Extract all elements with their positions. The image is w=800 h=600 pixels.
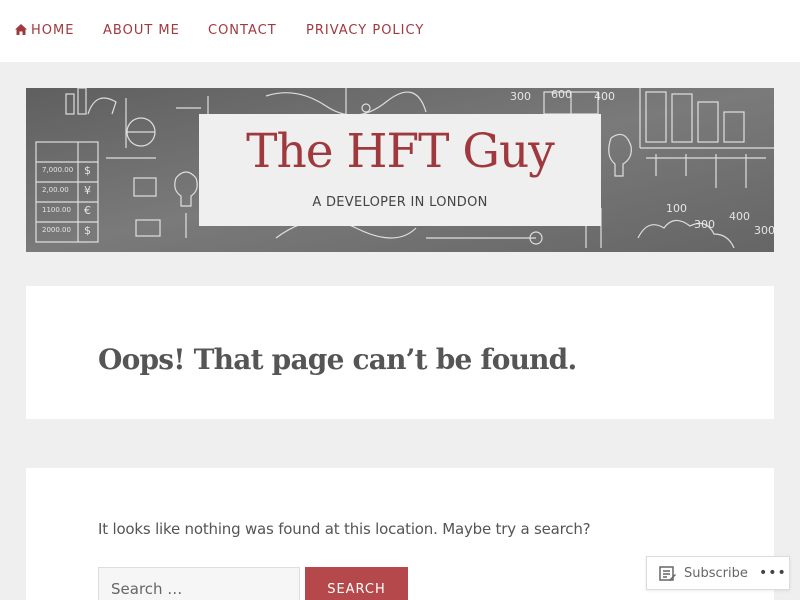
site-title[interactable]: The HFT Guy <box>199 124 601 179</box>
doodle-text: 300 <box>754 224 774 237</box>
doodle-text: ¥ <box>84 184 91 197</box>
doodle-text: 600 <box>551 88 572 101</box>
not-found-message: It looks like nothing was found at this … <box>98 520 591 538</box>
reader-icon <box>659 566 676 581</box>
page-title: Oops! That page can’t be found. <box>98 343 577 376</box>
doodle-text: 400 <box>594 90 615 103</box>
doodle-text: 2000.00 <box>42 226 71 234</box>
doodle-text: $ <box>84 224 91 237</box>
top-navigation: HOME ABOUT ME CONTACT PRIVACY POLICY <box>0 0 800 62</box>
doodle-text: 400 <box>729 210 750 223</box>
nav-item-label: PRIVACY POLICY <box>306 23 425 38</box>
nav-item-contact[interactable]: CONTACT <box>208 23 277 38</box>
doodle-text: 1100.00 <box>42 206 71 214</box>
doodle-text: 300 <box>510 90 531 103</box>
doodle-text: 2,00.00 <box>42 186 69 194</box>
doodle-text: 100 <box>666 202 687 215</box>
site-branding: The HFT Guy A DEVELOPER IN LONDON <box>199 114 601 226</box>
subscribe-widget: Subscribe ••• <box>646 556 790 590</box>
search-input[interactable] <box>98 567 300 600</box>
nav-item-home[interactable]: HOME <box>15 23 74 38</box>
more-options-button[interactable]: ••• <box>759 563 786 583</box>
nav-item-label: HOME <box>31 23 75 38</box>
home-icon <box>15 24 27 35</box>
doodle-text: 300 <box>694 218 715 231</box>
page-header-card: Oops! That page can’t be found. <box>26 286 774 419</box>
nav-item-about-me[interactable]: ABOUT ME <box>103 23 180 38</box>
doodle-text: $ <box>84 164 91 177</box>
nav-item-label: ABOUT ME <box>103 23 180 38</box>
doodle-text: € <box>84 204 91 217</box>
search-button[interactable]: SEARCH <box>305 567 408 600</box>
subscribe-label: Subscribe <box>684 566 748 581</box>
site-description: A DEVELOPER IN LONDON <box>312 195 488 210</box>
nav-item-label: CONTACT <box>208 23 277 38</box>
doodle-text: 7,000.00 <box>42 166 73 174</box>
nav-item-privacy-policy[interactable]: PRIVACY POLICY <box>306 23 424 38</box>
